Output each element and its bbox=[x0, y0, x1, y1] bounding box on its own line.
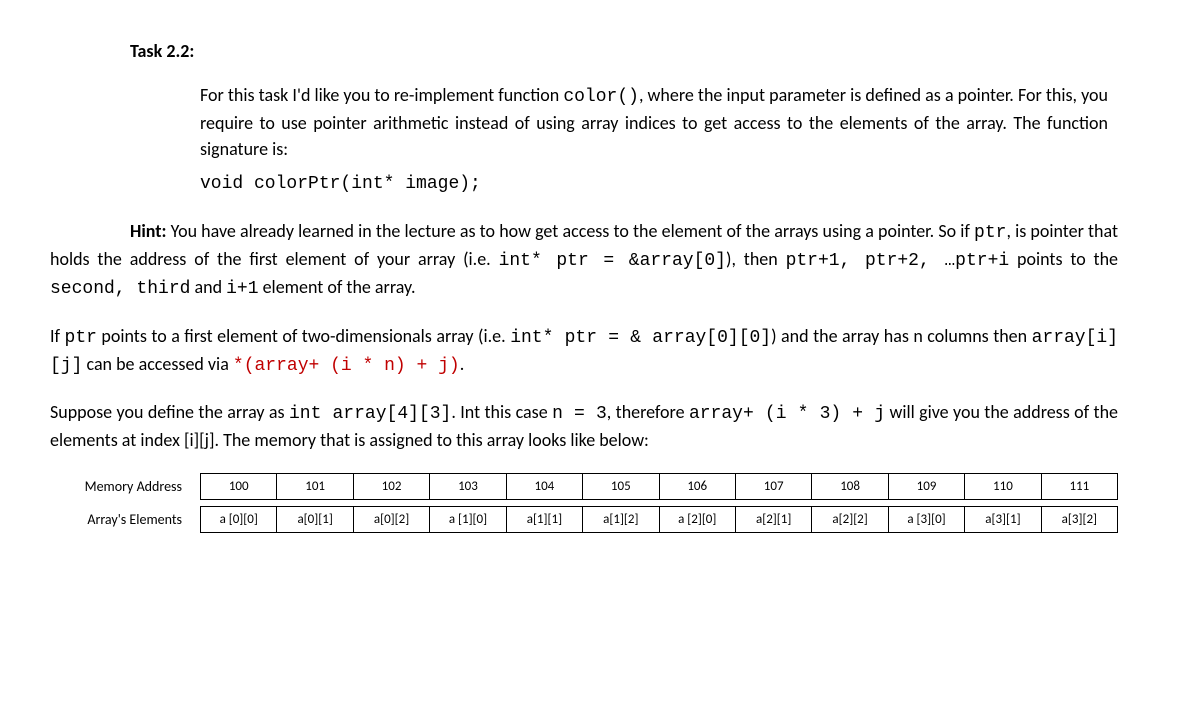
text: can be accessed via bbox=[82, 353, 232, 375]
code: second, third bbox=[50, 279, 190, 299]
text: ), then bbox=[726, 248, 786, 270]
element-cell: a[2][1] bbox=[736, 506, 812, 533]
element-cell: a[0][2] bbox=[354, 506, 430, 533]
paragraph-3: Suppose you define the array as int arra… bbox=[50, 399, 1118, 453]
address-cell: 104 bbox=[507, 473, 583, 500]
address-row: 100101102103104105106107108109110111 bbox=[200, 473, 1118, 500]
code: ptr bbox=[974, 223, 1006, 243]
element-cell: a[1][2] bbox=[583, 506, 659, 533]
text: Suppose you define the array as bbox=[50, 401, 289, 423]
code: ptr+1, ptr+2, …ptr+i bbox=[786, 251, 1010, 271]
address-cell: 110 bbox=[965, 473, 1041, 500]
address-cell: 103 bbox=[430, 473, 506, 500]
text: , therefore bbox=[607, 401, 689, 423]
text: For this task I'd like you to re-impleme… bbox=[200, 84, 563, 106]
code: color() bbox=[563, 87, 639, 107]
element-cell: a[1][1] bbox=[507, 506, 583, 533]
code: int* ptr = & array[0][0] bbox=[510, 328, 771, 348]
text: If bbox=[50, 325, 65, 347]
address-cell: 101 bbox=[277, 473, 353, 500]
element-cell: a [0][0] bbox=[200, 506, 277, 533]
code: i+1 bbox=[226, 279, 258, 299]
text: . bbox=[460, 353, 465, 375]
address-cell: 100 bbox=[200, 473, 277, 500]
code: n = 3 bbox=[552, 404, 607, 424]
row-label-elements: Array's Elements bbox=[50, 511, 200, 528]
element-cell: a [1][0] bbox=[430, 506, 506, 533]
text: element of the array. bbox=[259, 276, 416, 298]
row-label-address: Memory Address bbox=[50, 478, 200, 495]
code: ptr bbox=[65, 328, 97, 348]
function-signature: void colorPtr(int* image); bbox=[200, 174, 1118, 194]
text: and bbox=[190, 276, 226, 298]
address-cell: 109 bbox=[889, 473, 965, 500]
address-cell: 102 bbox=[354, 473, 430, 500]
text: points to the bbox=[1009, 248, 1118, 270]
text: ) and the array has n columns then bbox=[771, 325, 1031, 347]
address-cell: 108 bbox=[812, 473, 888, 500]
code-red: *(array+ (i * n) + j) bbox=[233, 356, 460, 376]
address-cell: 107 bbox=[736, 473, 812, 500]
hint-lead: Hint: bbox=[130, 220, 166, 242]
text: . Int this case bbox=[451, 401, 552, 423]
elements-row: a [0][0]a[0][1]a[0][2]a [1][0]a[1][1]a[1… bbox=[200, 506, 1118, 533]
code: int array[4][3] bbox=[289, 404, 451, 424]
text: points to a first element of two-dimensi… bbox=[97, 325, 510, 347]
paragraph-2: If ptr points to a first element of two-… bbox=[50, 323, 1118, 379]
code: int* ptr = &array[0] bbox=[499, 251, 726, 271]
address-cell: 106 bbox=[660, 473, 736, 500]
element-cell: a[2][2] bbox=[812, 506, 888, 533]
memory-table: Memory Address 1001011021031041051061071… bbox=[50, 473, 1118, 533]
hint-paragraph: Hint: You have already learned in the le… bbox=[50, 218, 1118, 302]
address-cell: 111 bbox=[1042, 473, 1118, 500]
element-cell: a [2][0] bbox=[660, 506, 736, 533]
text: You have already learned in the lecture … bbox=[166, 220, 974, 242]
element-cell: a[3][2] bbox=[1042, 506, 1118, 533]
code: array+ (i * 3) + j bbox=[689, 404, 885, 424]
element-cell: a[0][1] bbox=[277, 506, 353, 533]
intro-paragraph: For this task I'd like you to re-impleme… bbox=[200, 82, 1108, 162]
task-title: Task 2.2: bbox=[130, 40, 1118, 62]
element-cell: a [3][0] bbox=[889, 506, 965, 533]
address-cell: 105 bbox=[583, 473, 659, 500]
element-cell: a[3][1] bbox=[965, 506, 1041, 533]
